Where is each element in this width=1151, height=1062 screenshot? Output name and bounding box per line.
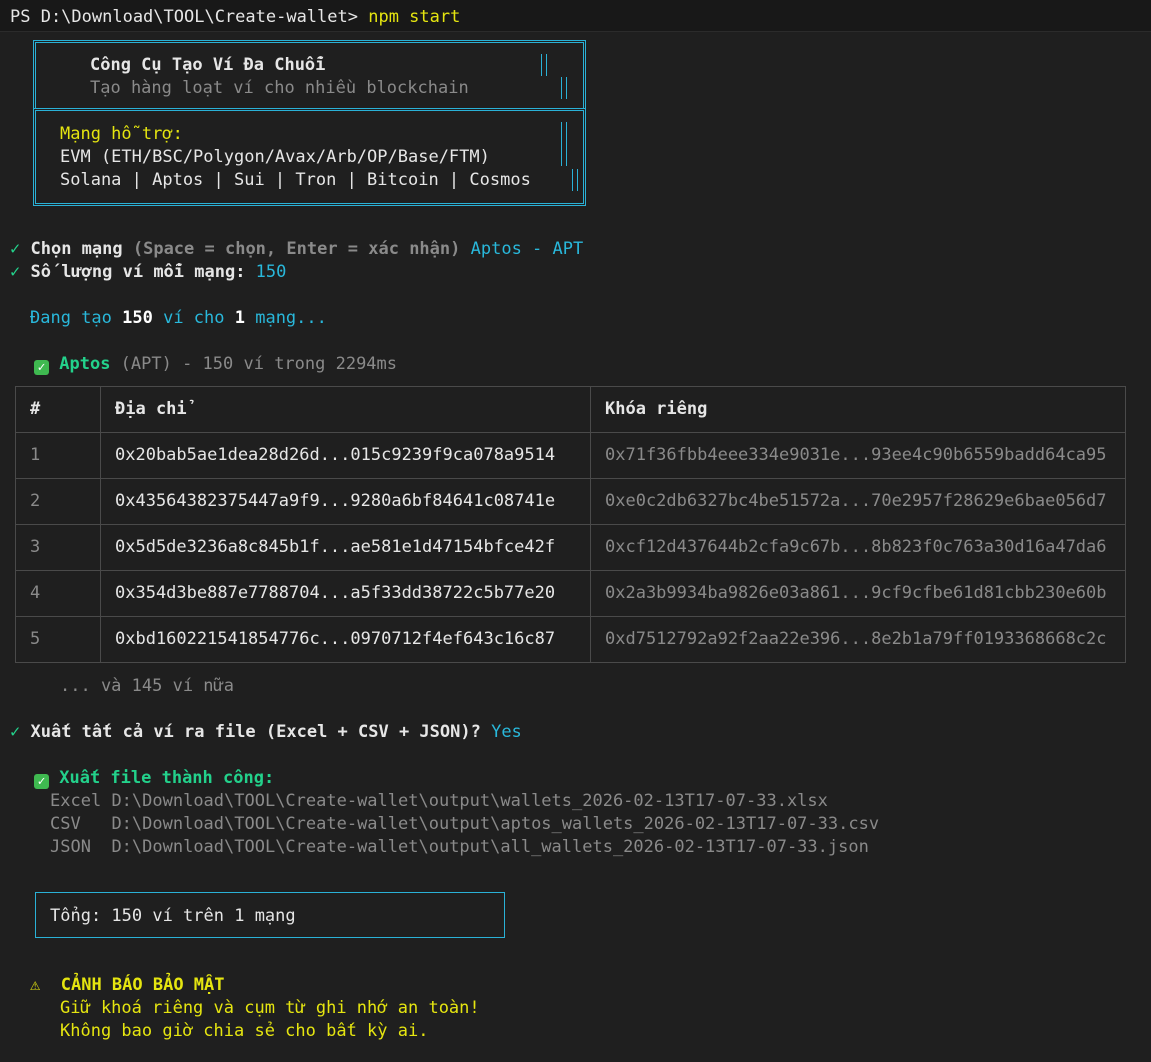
row-index: 1 [15,432,101,479]
export-file-excel: Excel D:\Download\TOOL\Create-wallet\out… [50,790,828,813]
warning-line-1: Giữ khoá riêng và cụm từ ghi nhớ an toàn… [60,998,480,1018]
warning-title: CẢNH BÁO BẢO MẬT [60,975,225,995]
table-row: 5 0xbd160221541854776c...0970712f4ef643c… [15,616,1126,663]
row-index: 3 [15,524,101,571]
export-file-json: JSON D:\Download\TOOL\Create-wallet\outp… [50,836,869,859]
file-type: CSV [50,814,102,834]
table-header-row: # Địa chỉ Khóa riêng [15,386,1126,433]
table-row: 4 0x354d3be887e7788704...a5f33dd38722c5b… [15,570,1126,617]
header-private-key: Khóa riêng [590,386,1126,433]
prompt-path: PS D:\Download\TOOL\Create-wallet> [10,7,369,27]
row-address: 0x354d3be887e7788704...a5f33dd38722c5b77… [100,570,591,617]
check-box-icon: ✓ [34,360,49,375]
summary-total: Tổng: 150 ví trên 1 mạng [50,906,296,926]
evm-networks-line: EVM (ETH/BSC/Polygon/Avax/Arb/OP/Base/FT… [60,147,490,167]
table-row: 3 0x5d5de3236a8c845b1f...ae581e1d47154bf… [15,524,1126,571]
banner-border-fragment [541,54,547,76]
select-network-line: ✓ Chọn mạng (Space = chọn, Enter = xác n… [10,238,583,261]
select-network-hint: (Space = chọn, Enter = xác nhận) [122,239,471,259]
table-row: 1 0x20bab5ae1dea28d26d...015c9239f9ca078… [15,432,1126,479]
header-address: Địa chỉ [100,386,591,433]
result-detail: (APT) - 150 ví trong 2294ms [110,354,398,374]
file-path: D:\Download\TOOL\Create-wallet\output\ap… [111,814,880,834]
banner-subtitle: Tạo hàng loạt ví cho nhiều blockchain [90,78,469,98]
progress-middle: ví cho [152,308,235,328]
other-networks-line: Solana | Aptos | Sui | Tron | Bitcoin | … [60,170,531,190]
file-type: JSON [50,837,102,857]
select-network-answer: Aptos - APT [470,239,584,259]
row-private-key: 0xe0c2db6327bc4be51572a...70e2957f28629e… [590,478,1126,525]
row-private-key: 0x71f36fbb4eee334e9031e...93ee4c90b6559b… [590,432,1126,479]
banner-border-fragment [572,169,578,191]
prompt-command: npm start [368,7,461,27]
warning-line-2: Không bao giờ chia sẻ cho bất kỳ ai. [60,1021,429,1041]
export-success-text: Xuất file thành công: [59,768,275,788]
file-path: D:\Download\TOOL\Create-wallet\output\al… [111,837,869,857]
check-icon: ✓ [10,262,21,282]
check-icon: ✓ [10,239,21,259]
row-address: 0xbd160221541854776c...0970712f4ef643c16… [100,616,591,663]
progress-line: Đang tạo 150 ví cho 1 mạng... [30,307,327,330]
result-line: ✓ Aptos (APT) - 150 ví trong 2294ms [34,353,397,376]
check-box-icon: ✓ [34,774,49,789]
security-warning-heading: ⚠ CẢNH BÁO BẢO MẬT [30,974,225,997]
row-index: 4 [15,570,101,617]
progress-count: 150 [122,308,153,328]
progress-networks: 1 [234,308,245,328]
progress-suffix: mạng... [244,308,327,328]
more-wallets-note: ... và 145 ví nữa [60,676,234,696]
supported-networks-label: Mạng hỗ trợ: [60,124,183,144]
shell-prompt: PS D:\Download\TOOL\Create-wallet> npm s… [10,6,460,29]
row-index: 5 [15,616,101,663]
check-icon: ✓ [10,722,21,742]
wallet-count-answer: 150 [255,262,287,282]
row-private-key: 0xd7512792a92f2aa22e396...8e2b1a79ff0193… [590,616,1126,663]
export-file-csv: CSV D:\Download\TOOL\Create-wallet\outpu… [50,813,879,836]
row-index: 2 [15,478,101,525]
row-private-key: 0xcf12d437644b2cfa9c67b...8b823f0c763a30… [590,524,1126,571]
row-address: 0x43564382375447a9f9...9280a6bf84641c087… [100,478,591,525]
result-network: Aptos [59,354,111,374]
banner-border-fragment [561,122,567,166]
banner-title: Công Cụ Tạo Ví Đa Chuỗi [90,55,326,75]
row-address: 0x5d5de3236a8c845b1f...ae581e1d47154bfce… [100,524,591,571]
export-success-line: ✓ Xuất file thành công: [34,767,274,790]
export-question: Xuất tất cả ví ra file (Excel + CSV + JS… [30,722,492,742]
warning-icon: ⚠ [30,975,41,995]
header-index: # [15,386,101,433]
row-address: 0x20bab5ae1dea28d26d...015c9239f9ca078a9… [100,432,591,479]
wallet-count-line: ✓ Số lượng ví mỗi mạng: 150 [10,261,286,284]
file-type: Excel [50,791,102,811]
export-answer: Yes [491,722,522,742]
row-private-key: 0x2a3b9934ba9826e03a861...9cf9cfbe61d81c… [590,570,1126,617]
wallet-table: # Địa chỉ Khóa riêng 1 0x20bab5ae1dea28d… [15,386,1126,663]
progress-prefix: Đang tạo [30,308,123,328]
banner-border-fragment [561,77,567,99]
wallet-count-question: Số lượng ví mỗi mạng: [30,262,256,282]
select-network-question: Chọn mạng [30,239,123,259]
file-path: D:\Download\TOOL\Create-wallet\output\wa… [111,791,828,811]
export-question-line: ✓ Xuất tất cả ví ra file (Excel + CSV + … [10,721,522,744]
table-row: 2 0x43564382375447a9f9...9280a6bf84641c0… [15,478,1126,525]
